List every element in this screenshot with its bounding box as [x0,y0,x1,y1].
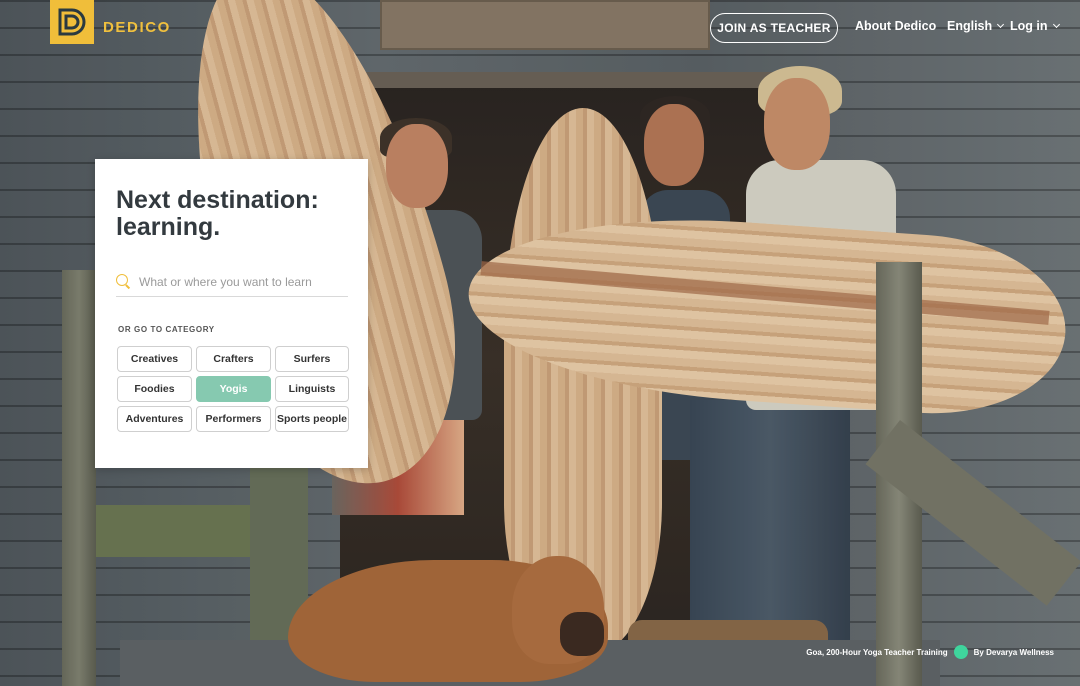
language-label: English [947,19,993,33]
page-title: Next destination: learning. [116,186,319,241]
category-creatives[interactable]: Creatives [117,346,192,372]
dedico-logo-icon[interactable] [50,0,94,44]
category-performers[interactable]: Performers [196,406,271,432]
category-label: OR GO TO CATEGORY [118,325,215,334]
category-surfers[interactable]: Surfers [275,346,349,372]
search-card: Next destination: learning. OR GO TO CAT… [95,159,368,468]
caption-provider[interactable]: By Devarya Wellness [974,648,1054,657]
brand-name[interactable]: DEDICO [103,19,171,36]
chevron-down-icon [997,20,1005,28]
language-dropdown[interactable]: English [947,19,1005,33]
login-dropdown[interactable]: Log in [1010,19,1060,33]
category-grid: Creatives Crafters Surfers Foodies Yogis… [117,346,349,432]
category-linguists[interactable]: Linguists [275,376,349,402]
chevron-down-icon [1052,20,1060,28]
search-input[interactable] [139,274,339,289]
photo-caption[interactable]: Goa, 200-Hour Yoga Teacher Training By D… [806,645,1054,659]
about-link-label: About Dedico [855,19,937,33]
search-field[interactable] [116,267,348,297]
search-icon [116,274,131,289]
about-link[interactable]: About Dedico [855,19,936,33]
join-as-teacher-button[interactable]: JOIN AS TEACHER [710,13,838,43]
category-adventures[interactable]: Adventures [117,406,192,432]
provider-avatar [953,645,968,659]
login-label: Log in [1010,19,1048,33]
category-crafters[interactable]: Crafters [196,346,271,372]
caption-course[interactable]: Goa, 200-Hour Yoga Teacher Training [806,648,947,657]
category-yogis[interactable]: Yogis [196,376,271,402]
category-sports-people[interactable]: Sports people [275,406,349,432]
category-foodies[interactable]: Foodies [117,376,192,402]
